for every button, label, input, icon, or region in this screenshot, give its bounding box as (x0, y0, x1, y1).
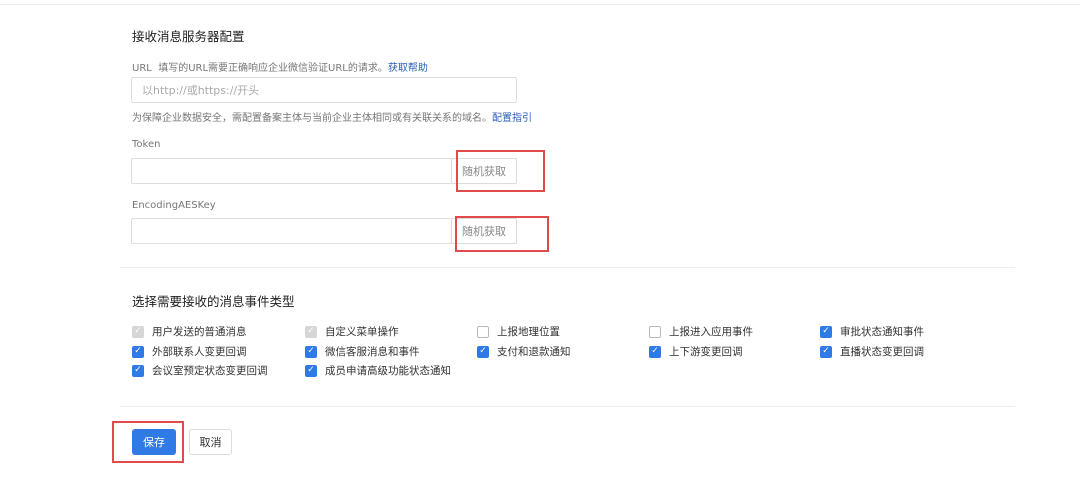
checkbox-icon[interactable] (477, 326, 489, 338)
checkbox-label: 外部联系人变更回调 (152, 344, 247, 359)
get-help-link[interactable]: 获取帮助 (388, 63, 428, 74)
annotation-highlight-save (112, 421, 184, 463)
event-checkbox-item[interactable]: ✓ 直播状态变更回调 (820, 344, 924, 359)
events-title: 选择需要接收的消息事件类型 (132, 291, 295, 310)
aes-label: EncodingAESKey (132, 200, 216, 211)
server-config-title: 接收消息服务器配置 (132, 26, 245, 45)
top-divider (0, 4, 1080, 5)
domain-hint-row: 为保障企业数据安全，需配置备案主体与当前企业主体相同或有关联关系的域名。配置指引 (132, 109, 532, 124)
url-hint: 填写的URL需要正确响应企业微信验证URL的请求。 (158, 63, 388, 74)
event-checkbox-item[interactable]: ✓ 支付和退款通知 (477, 344, 571, 359)
event-checkbox-item[interactable]: ✓ 上下游变更回调 (649, 344, 743, 359)
checkbox-label: 上报地理位置 (497, 324, 560, 339)
url-placeholder: 以http://或https://开头 (142, 82, 259, 98)
checkbox-label: 用户发送的普通消息 (152, 324, 247, 339)
checkbox-icon[interactable]: ✓ (820, 346, 832, 358)
cancel-button[interactable]: 取消 (189, 429, 232, 455)
checkbox-label: 微信客服消息和事件 (325, 344, 420, 359)
checkbox-label: 成员申请高级功能状态通知 (325, 363, 451, 378)
checkbox-icon[interactable]: ✓ (649, 346, 661, 358)
event-checkbox-item[interactable]: ✓ 成员申请高级功能状态通知 (305, 363, 451, 378)
checkbox-icon[interactable]: ✓ (132, 365, 144, 377)
checkbox-label: 自定义菜单操作 (325, 324, 399, 339)
event-checkbox-item[interactable]: ✓ 外部联系人变更回调 (132, 344, 247, 359)
event-checkbox-item: ✓ 自定义菜单操作 (305, 324, 399, 339)
checkbox-icon[interactable] (649, 326, 661, 338)
url-label-row: URL 填写的URL需要正确响应企业微信验证URL的请求。获取帮助 (132, 59, 428, 74)
token-label: Token (132, 139, 160, 150)
aes-key-input[interactable] (131, 218, 452, 244)
checkbox-label: 会议室预定状态变更回调 (152, 363, 268, 378)
checkbox-label: 直播状态变更回调 (840, 344, 924, 359)
domain-hint: 为保障企业数据安全，需配置备案主体与当前企业主体相同或有关联关系的域名。 (132, 113, 492, 124)
checkbox-icon[interactable]: ✓ (132, 346, 144, 358)
url-label: URL (132, 63, 152, 74)
checkbox-icon[interactable]: ✓ (477, 346, 489, 358)
token-input[interactable] (131, 158, 452, 184)
event-checkbox-item: ✓ 用户发送的普通消息 (132, 324, 247, 339)
event-checkbox-item[interactable]: 上报地理位置 (477, 324, 560, 339)
event-checkbox-item[interactable]: ✓ 审批状态通知事件 (820, 324, 924, 339)
event-checkbox-item[interactable]: 上报进入应用事件 (649, 324, 753, 339)
checkbox-icon[interactable]: ✓ (820, 326, 832, 338)
checkbox-label: 上报进入应用事件 (669, 324, 753, 339)
checkbox-icon[interactable]: ✓ (305, 346, 317, 358)
checkbox-label: 审批状态通知事件 (840, 324, 924, 339)
annotation-highlight-token (456, 150, 545, 192)
checkbox-icon[interactable]: ✓ (305, 365, 317, 377)
actions-divider (120, 406, 1015, 407)
checkbox-icon[interactable]: ✓ (132, 326, 144, 338)
section-divider (120, 267, 1015, 268)
event-checkbox-item[interactable]: ✓ 会议室预定状态变更回调 (132, 363, 268, 378)
checkbox-label: 上下游变更回调 (669, 344, 743, 359)
annotation-highlight-aes (455, 216, 549, 252)
checkbox-label: 支付和退款通知 (497, 344, 571, 359)
url-input[interactable]: 以http://或https://开头 (131, 77, 517, 103)
config-guide-link[interactable]: 配置指引 (492, 113, 532, 124)
event-checkbox-item[interactable]: ✓ 微信客服消息和事件 (305, 344, 420, 359)
checkbox-icon[interactable]: ✓ (305, 326, 317, 338)
